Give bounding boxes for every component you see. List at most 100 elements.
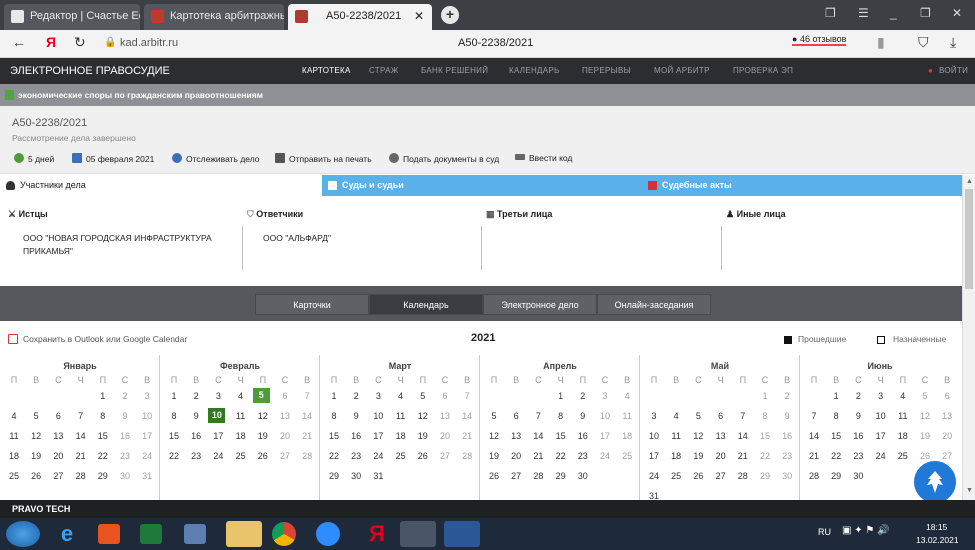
calendar-day[interactable]: 1 xyxy=(324,391,344,401)
calendar-day[interactable]: 6 xyxy=(275,391,295,401)
tab-acts[interactable]: Судебные акты xyxy=(642,175,962,196)
calendar-day[interactable]: 6 xyxy=(711,411,731,421)
protect-icon[interactable]: ⛉ xyxy=(918,34,929,51)
calendar-day[interactable]: 21 xyxy=(71,451,91,461)
calendar-day[interactable]: 6 xyxy=(435,391,455,401)
calendar-day[interactable]: 8 xyxy=(755,411,775,421)
nav-bank[interactable]: БАНК РЕШЕНИЙ xyxy=(421,66,488,75)
calendar-day[interactable]: 11 xyxy=(617,411,637,421)
tab-participants[interactable]: Участники дела xyxy=(0,175,322,196)
calendar-day[interactable]: 15 xyxy=(324,431,344,441)
calendar-day[interactable]: 22 xyxy=(93,451,113,461)
chrome-icon[interactable] xyxy=(272,522,296,546)
calendar-day[interactable]: 6 xyxy=(48,411,68,421)
calendar-day[interactable]: 26 xyxy=(688,471,708,481)
calendar-day[interactable]: 17 xyxy=(644,451,664,461)
calendar-day[interactable]: 5 xyxy=(413,391,433,401)
calendar-day[interactable]: 25 xyxy=(231,451,251,461)
calendar-day[interactable]: 9 xyxy=(186,411,206,421)
calendar-day[interactable]: 6 xyxy=(937,391,957,401)
download-icon[interactable]: ⤓ xyxy=(950,34,956,51)
calendar-day[interactable]: 24 xyxy=(595,451,615,461)
calendar-day[interactable]: 1 xyxy=(755,391,775,401)
calendar-day[interactable]: 5 xyxy=(915,391,935,401)
calendar-day[interactable]: 26 xyxy=(26,471,46,481)
minimize-icon[interactable]: _ xyxy=(890,6,897,20)
excel-icon[interactable] xyxy=(140,524,162,544)
browser-tab-3[interactable]: А50-2238/2021 ✕ xyxy=(288,4,432,30)
scroll-down-icon[interactable]: ▼ xyxy=(966,487,973,494)
calendar-day[interactable]: 4 xyxy=(893,391,913,401)
tray-icons[interactable]: ▣ ✦ ⚑ 🔊 xyxy=(842,525,890,536)
calendar-day[interactable]: 20 xyxy=(506,451,526,461)
calendar-day[interactable]: 4 xyxy=(617,391,637,401)
calendar-day[interactable]: 13 xyxy=(275,411,295,421)
calendar-day[interactable]: 30 xyxy=(115,471,135,481)
calendar-day[interactable]: 27 xyxy=(435,451,455,461)
calendar-day[interactable]: 26 xyxy=(253,451,273,461)
track-case-button[interactable]: Отслеживать дело xyxy=(172,153,260,164)
calendar-day[interactable]: 2 xyxy=(573,391,593,401)
calendar-day[interactable]: 24 xyxy=(871,451,891,461)
calendar-day[interactable]: 12 xyxy=(413,411,433,421)
calendar-day[interactable]: 22 xyxy=(324,451,344,461)
calendar-day[interactable]: 19 xyxy=(253,431,273,441)
calendar-day[interactable]: 20 xyxy=(275,431,295,441)
calendar-day[interactable]: 17 xyxy=(368,431,388,441)
calendar-day[interactable]: 2 xyxy=(115,391,135,401)
calendar-day[interactable]: 25 xyxy=(4,471,24,481)
calendar-day[interactable]: 1 xyxy=(826,391,846,401)
nav-ep-check[interactable]: ПРОВЕРКА ЭП xyxy=(733,66,793,75)
calendar-day[interactable]: 13 xyxy=(506,431,526,441)
calendar-day[interactable]: 19 xyxy=(915,431,935,441)
calendar-day[interactable]: 11 xyxy=(893,411,913,421)
calendar-day[interactable]: 4 xyxy=(4,411,24,421)
calendar-day[interactable]: 12 xyxy=(915,411,935,421)
calendar-day[interactable]: 14 xyxy=(71,431,91,441)
calendar-day[interactable]: 13 xyxy=(937,411,957,421)
calendar-day[interactable]: 21 xyxy=(297,431,317,441)
tab-calendar[interactable]: Календарь xyxy=(369,294,483,315)
language-indicator[interactable]: RU xyxy=(818,527,831,537)
scroll-up-icon[interactable]: ▲ xyxy=(966,178,973,185)
calendar-day[interactable]: 30 xyxy=(346,471,366,481)
clock-time[interactable]: 18:15 xyxy=(926,522,947,532)
reload-icon[interactable]: ↻ xyxy=(74,34,86,51)
calendar-day[interactable]: 28 xyxy=(804,471,824,481)
collections-icon[interactable]: ❐ xyxy=(825,6,836,20)
calendar-day[interactable]: 12 xyxy=(253,411,273,421)
calendar-day[interactable]: 16 xyxy=(115,431,135,441)
calendar-day[interactable]: 29 xyxy=(551,471,571,481)
plaintiff-name[interactable]: ООО "НОВАЯ ГОРОДСКАЯ ИНФРАСТРУКТУРА ПРИК… xyxy=(23,232,228,258)
calendar-day[interactable]: 28 xyxy=(733,471,753,481)
calendar-day[interactable]: 19 xyxy=(413,431,433,441)
yandex-icon[interactable]: Я xyxy=(46,34,56,50)
calendar-day[interactable]: 28 xyxy=(528,471,548,481)
calendar-day[interactable]: 17 xyxy=(137,431,157,441)
calendar-day[interactable]: 23 xyxy=(346,451,366,461)
yandex-icon[interactable]: Я xyxy=(362,521,392,547)
calendar-day[interactable]: 14 xyxy=(733,431,753,441)
calendar-day[interactable]: 9 xyxy=(573,411,593,421)
calendar-day[interactable]: 24 xyxy=(368,451,388,461)
calendar-day[interactable]: 1 xyxy=(93,391,113,401)
calendar-day[interactable]: 19 xyxy=(484,451,504,461)
start-button[interactable] xyxy=(6,521,40,547)
restore-icon[interactable]: ❐ xyxy=(920,6,931,20)
calendar-day[interactable]: 8 xyxy=(551,411,571,421)
calendar-day[interactable]: 10 xyxy=(644,431,664,441)
calendar-day[interactable]: 25 xyxy=(391,451,411,461)
calendar-day[interactable]: 27 xyxy=(711,471,731,481)
calendar-day[interactable]: 10 xyxy=(871,411,891,421)
calendar-day[interactable]: 14 xyxy=(297,411,317,421)
calendar-day[interactable]: 10 xyxy=(208,408,226,423)
calendar-day[interactable]: 4 xyxy=(666,411,686,421)
export-calendar-link[interactable]: Сохранить в Outlook или Google Calendar xyxy=(23,334,187,344)
calendar-day[interactable]: 2 xyxy=(346,391,366,401)
enter-code-button[interactable]: Ввести код xyxy=(515,153,572,163)
calendar-day[interactable]: 9 xyxy=(115,411,135,421)
calendar-day[interactable]: 20 xyxy=(435,431,455,441)
menu-icon[interactable]: ☰ xyxy=(858,6,869,20)
calendar-day[interactable]: 7 xyxy=(804,411,824,421)
url-text[interactable]: kad.arbitr.ru xyxy=(120,37,178,49)
